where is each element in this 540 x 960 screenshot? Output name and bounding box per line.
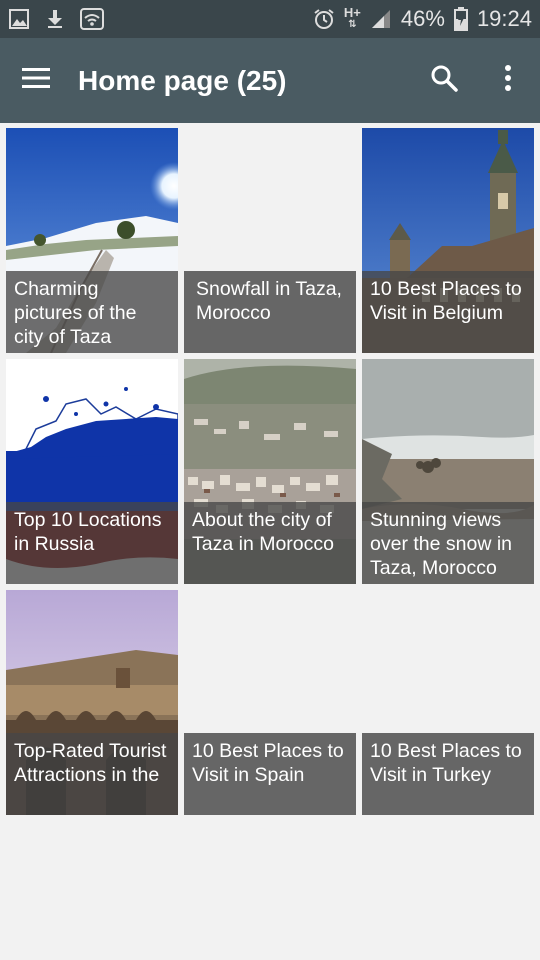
article-title: 10 Best Places to Visit in Belgium xyxy=(362,271,534,353)
article-tile[interactable]: About the city of Taza in Morocco xyxy=(184,359,356,584)
article-tile[interactable]: 10 Best Places to Visit in Turkey xyxy=(362,590,534,815)
article-title: Top 10 Locations in Russia xyxy=(6,502,178,584)
search-icon xyxy=(430,64,458,97)
network-hplus-icon: H+ ⇅ xyxy=(343,5,361,30)
page-title: Home page (25) xyxy=(78,64,287,96)
battery-percent: 46% xyxy=(400,6,445,31)
article-tile[interactable]: Snowfall in Taza, Morocco xyxy=(184,128,356,353)
article-tile[interactable]: 10 Best Places to Visit in Belgium xyxy=(362,128,534,353)
articles-grid: Charming pictures of the city of Taza Sn… xyxy=(6,128,534,815)
article-title: Charming pictures of the city of Taza xyxy=(6,271,178,353)
article-tile[interactable]: Charming pictures of the city of Taza xyxy=(6,128,178,353)
app-bar: Home page (25) xyxy=(0,38,540,123)
status-bar: H+ ⇅ 46% 19:24 xyxy=(0,0,540,38)
status-bar-right: H+ ⇅ 46% 19:24 xyxy=(313,6,532,32)
search-button[interactable] xyxy=(412,38,476,123)
article-tile[interactable]: Top-Rated Tourist Attractions in the xyxy=(6,590,178,815)
overflow-menu-button[interactable] xyxy=(476,38,540,123)
status-bar-left xyxy=(8,8,104,30)
clock: 19:24 xyxy=(476,6,532,31)
signal-icon xyxy=(370,8,392,30)
menu-icon xyxy=(21,66,51,95)
app-bar-actions xyxy=(412,38,540,123)
article-tile[interactable]: Stunning views over the snow in Taza, Mo… xyxy=(362,359,534,584)
article-title: 10 Best Places to Visit in Turkey xyxy=(362,733,534,815)
image-icon xyxy=(8,8,30,30)
menu-button[interactable] xyxy=(0,38,72,123)
article-title: Top-Rated Tourist Attractions in the xyxy=(6,733,178,815)
article-tile[interactable]: 10 Best Places to Visit in Spain xyxy=(184,590,356,815)
article-title: About the city of Taza in Morocco xyxy=(184,502,356,584)
alarm-icon xyxy=(313,8,335,30)
article-tile[interactable]: Top 10 Locations in Russia xyxy=(6,359,178,584)
download-icon xyxy=(44,8,66,30)
article-title: Stunning views over the snow in Taza, Mo… xyxy=(362,502,534,584)
more-vert-icon xyxy=(504,64,512,97)
article-title: 10 Best Places to Visit in Spain xyxy=(184,733,356,815)
article-title: Snowfall in Taza, Morocco xyxy=(184,271,356,353)
network-label: H+ xyxy=(343,5,361,20)
wifi-icon xyxy=(80,8,104,30)
battery-icon xyxy=(453,7,468,31)
